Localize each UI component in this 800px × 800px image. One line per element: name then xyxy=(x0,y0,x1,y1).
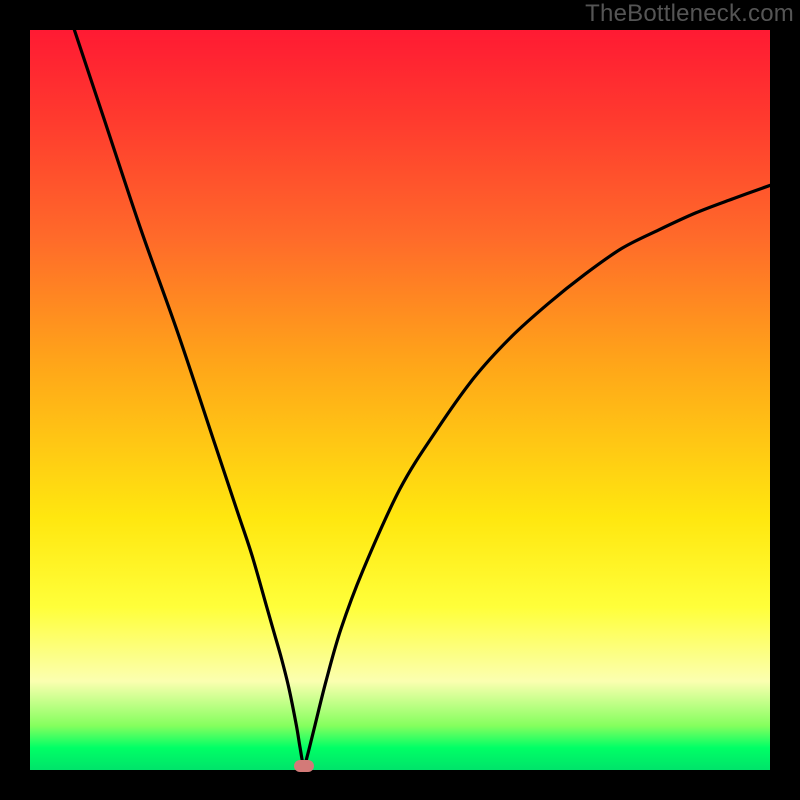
plot-area xyxy=(30,30,770,770)
watermark-text: TheBottleneck.com xyxy=(585,0,794,28)
optimal-marker xyxy=(294,760,314,772)
curve-svg xyxy=(30,30,770,770)
bottleneck-curve xyxy=(74,30,770,766)
chart-frame: TheBottleneck.com xyxy=(0,0,800,800)
